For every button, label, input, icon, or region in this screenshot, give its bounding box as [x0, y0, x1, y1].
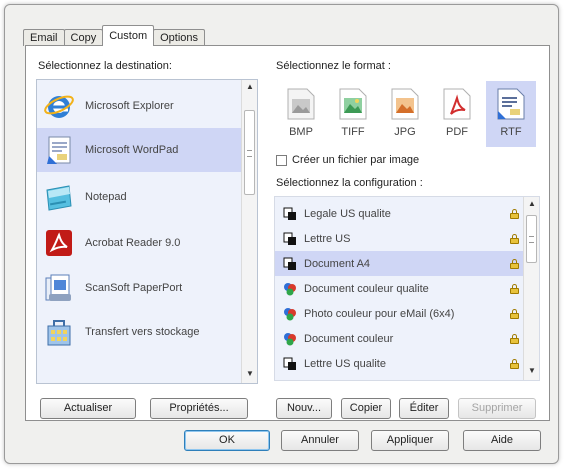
configuration-item-document-a4[interactable]: Document A4 [275, 251, 523, 276]
notepad-icon [43, 181, 75, 213]
destination-item-label: Microsoft WordPad [85, 144, 179, 156]
bw-document-icon [283, 232, 297, 246]
lock-icon [510, 308, 519, 319]
color-document-icon [283, 307, 297, 321]
properties-button[interactable]: Propriétés... [150, 398, 248, 419]
destination-item-label: Acrobat Reader 9.0 [85, 237, 181, 249]
configuration-list[interactable]: Legale US qualite Lettre US Document A4 … [274, 196, 540, 381]
format-label-bmp: BMP [289, 126, 313, 138]
paperport-icon [43, 272, 75, 304]
configuration-item-color-document-quality[interactable]: Document couleur qualite [275, 276, 523, 301]
destination-item-label: ScanSoft PaperPort [85, 282, 183, 294]
ok-button[interactable]: OK [184, 430, 270, 451]
format-label-tiff: TIFF [341, 126, 365, 138]
configuration-item-label: Lettre US qualite [304, 357, 386, 370]
delete-button[interactable]: Supprimer [458, 398, 536, 419]
destination-list[interactable]: Microsoft Explorer Microsoft WordPad Not… [36, 79, 258, 384]
lock-icon [510, 233, 519, 244]
refresh-button[interactable]: Actualiser [40, 398, 136, 419]
destination-label: Sélectionnez la destination: [38, 60, 172, 72]
configuration-item-color-document[interactable]: Document couleur [275, 326, 523, 351]
one-file-per-image-label: Créer un fichier par image [292, 154, 420, 166]
color-document-icon [283, 282, 297, 296]
format-bmp[interactable]: BMP [276, 81, 326, 147]
pdf-file-icon [442, 87, 472, 121]
one-file-per-image-option[interactable]: Créer un fichier par image [276, 154, 419, 166]
apply-button[interactable]: Appliquer [371, 430, 449, 451]
format-tiff[interactable]: TIFF [328, 81, 378, 147]
destination-item-storage[interactable]: Transfert vers stockage [37, 310, 241, 354]
help-button[interactable]: Aide [463, 430, 541, 451]
configuration-item-legal-us-quality[interactable]: Legale US qualite [275, 201, 523, 226]
format-pdf[interactable]: PDF [432, 81, 482, 147]
format-label-pdf: PDF [446, 126, 468, 138]
configuration-item-label: Legale US qualite [304, 207, 391, 220]
tab-custom[interactable]: Custom [102, 25, 155, 46]
destination-item-label: Notepad [85, 191, 127, 203]
configuration-item-label: Photo couleur pour eMail (6x4) [304, 307, 455, 320]
new-button[interactable]: Nouv... [276, 398, 332, 419]
scroll-up-icon[interactable]: ▲ [242, 80, 257, 94]
configuration-item-us-letter[interactable]: Lettre US [275, 226, 523, 251]
storage-transfer-icon [43, 316, 75, 348]
format-rtf[interactable]: RTF [486, 81, 536, 147]
configuration-scrollbar[interactable]: ▲ ▼ [523, 197, 539, 380]
format-selector: BMP TIFF JPG PDF RTF [276, 81, 538, 147]
destination-item-notepad[interactable]: Notepad [37, 175, 241, 219]
destination-item-acrobat[interactable]: Acrobat Reader 9.0 [37, 221, 241, 265]
format-label-jpg: JPG [394, 126, 416, 138]
bw-document-icon [283, 257, 297, 271]
lock-icon [510, 358, 519, 369]
scanner-settings-dialog: Email Copy Custom Options Sélectionnez l… [4, 4, 559, 464]
internet-explorer-icon [43, 90, 75, 122]
scroll-up-icon[interactable]: ▲ [524, 197, 539, 211]
rtf-file-icon [496, 87, 526, 121]
configuration-item-label: Document A4 [304, 257, 371, 270]
tab-copy[interactable]: Copy [63, 29, 104, 46]
destination-item-label: Microsoft Explorer [85, 100, 174, 112]
format-jpg[interactable]: JPG [380, 81, 430, 147]
destination-item-paperport[interactable]: ScanSoft PaperPort [37, 266, 241, 310]
configuration-item-us-letter-quality[interactable]: Lettre US qualite [275, 351, 523, 376]
copy-button[interactable]: Copier [341, 398, 391, 419]
cancel-button[interactable]: Annuler [281, 430, 359, 451]
format-label-rtf: RTF [500, 126, 522, 138]
tab-strip: Email Copy Custom Options [23, 25, 206, 46]
tiff-file-icon [338, 87, 368, 121]
tab-options[interactable]: Options [153, 29, 206, 46]
lock-icon [510, 258, 519, 269]
custom-tab-panel: Sélectionnez la destination: Microsoft E… [25, 45, 550, 421]
tab-email[interactable]: Email [23, 29, 65, 46]
lock-icon [510, 208, 519, 219]
one-file-per-image-checkbox[interactable] [276, 154, 287, 166]
bmp-file-icon [286, 87, 316, 121]
acrobat-reader-icon [43, 227, 75, 259]
destination-item-wordpad[interactable]: Microsoft WordPad [37, 128, 241, 172]
lock-icon [510, 283, 519, 294]
configuration-item-color-photo-email[interactable]: Photo couleur pour eMail (6x4) [275, 301, 523, 326]
lock-icon [510, 333, 519, 344]
configuration-item-label: Document couleur [304, 332, 394, 345]
bw-document-icon [283, 357, 297, 371]
scrollbar-thumb[interactable] [526, 215, 537, 263]
color-document-icon [283, 332, 297, 346]
scroll-down-icon[interactable]: ▼ [524, 364, 539, 378]
configuration-item-label: Document couleur qualite [304, 282, 429, 295]
format-label: Sélectionnez le format : [276, 60, 391, 72]
jpg-file-icon [390, 87, 420, 121]
scrollbar-thumb[interactable] [244, 110, 255, 195]
destination-item-label: Transfert vers stockage [85, 326, 200, 338]
destination-scrollbar[interactable]: ▲ ▼ [241, 80, 257, 383]
scroll-down-icon[interactable]: ▼ [242, 367, 257, 381]
bw-document-icon [283, 207, 297, 221]
destination-item-explorer[interactable]: Microsoft Explorer [37, 84, 241, 128]
edit-button[interactable]: Éditer [399, 398, 449, 419]
configuration-item-label: Lettre US [304, 232, 351, 245]
configuration-label: Sélectionnez la configuration : [276, 177, 423, 189]
wordpad-icon [43, 134, 75, 166]
